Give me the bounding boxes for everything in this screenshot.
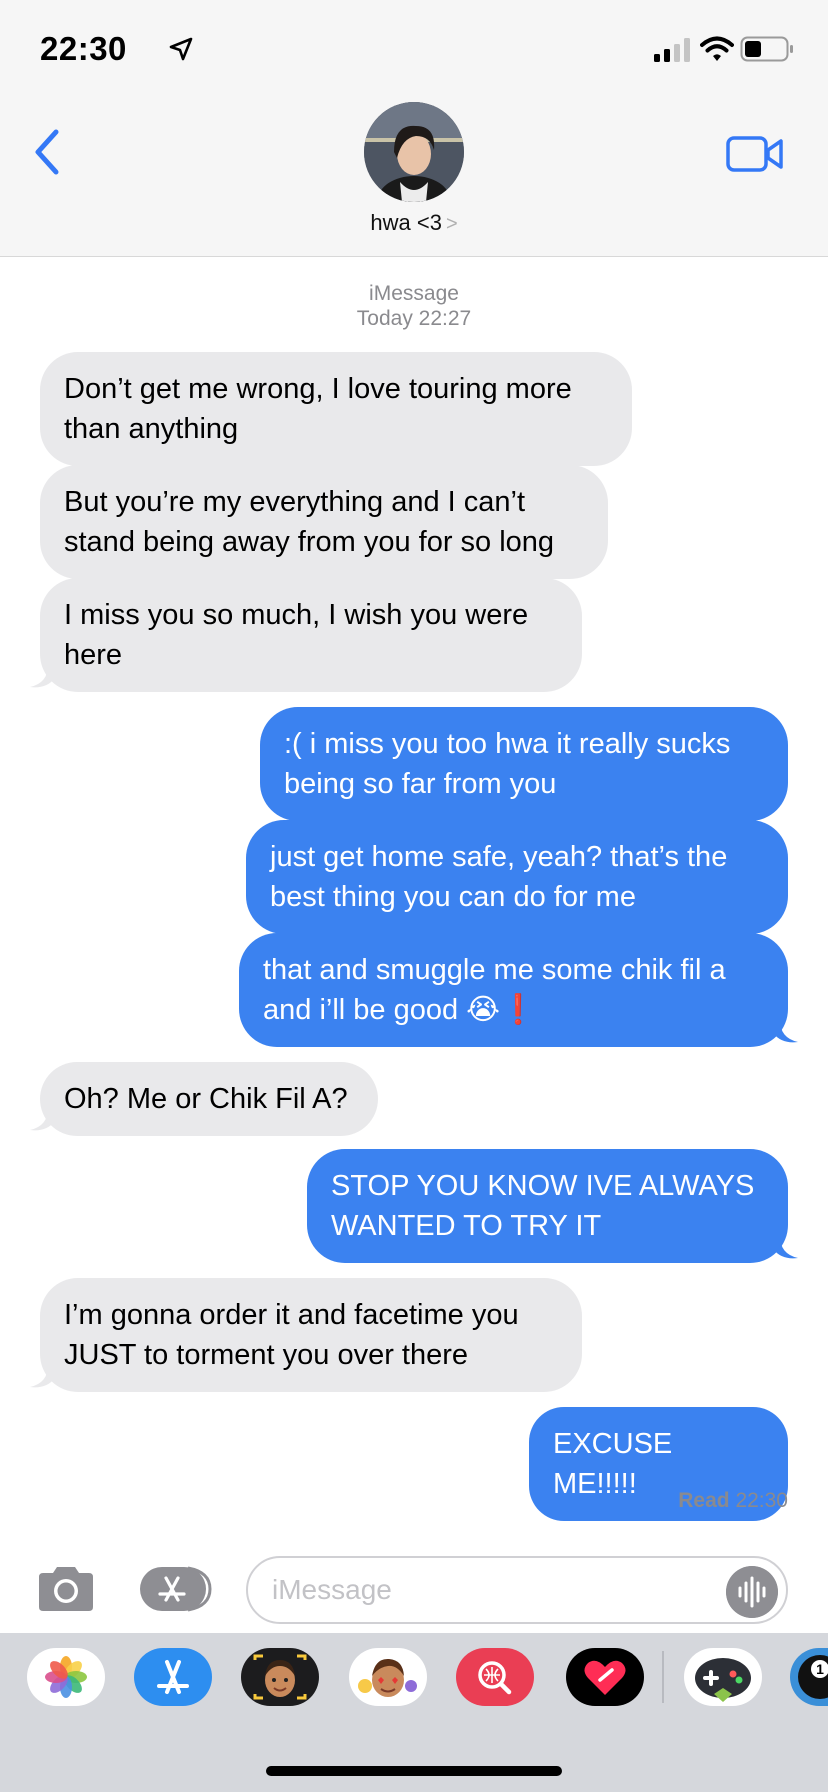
read-label: Read (678, 1489, 730, 1512)
message-incoming[interactable]: I miss you so much, I wish you were here (40, 578, 582, 692)
clock: 22:30 (40, 30, 127, 67)
message-line: best thing you can do for me (270, 881, 636, 913)
drawer-divider (662, 1651, 664, 1703)
message-line: here (64, 639, 123, 671)
digital-touch-icon[interactable] (566, 1648, 644, 1706)
message-line: JUST to torment you over there (64, 1339, 469, 1371)
read-time: 22:30 (735, 1489, 788, 1512)
wifi-icon (700, 36, 734, 61)
conversation-header: hwa <3 > (0, 100, 828, 257)
message-line: WANTED TO TRY IT (331, 1210, 602, 1242)
message-outgoing[interactable]: STOP YOU KNOW IVE ALWAYS WANTED TO TRY I… (307, 1149, 788, 1263)
pool-game-icon[interactable]: 1 (790, 1648, 828, 1706)
message-line: than anything (64, 413, 239, 445)
back-chevron-icon[interactable] (30, 128, 64, 176)
message-line: Oh? Me or Chik Fil A? (64, 1083, 348, 1115)
pool-ball-number: 1 (816, 1661, 824, 1677)
status-bar: 22:30 (0, 0, 828, 100)
location-arrow-icon (169, 37, 193, 61)
message-line: stand being away from you for so long (64, 526, 555, 558)
message-line: that and smuggle me some chik fil a (263, 954, 726, 986)
message-input[interactable]: iMessage (246, 1556, 788, 1624)
message-line: STOP YOU KNOW IVE ALWAYS (331, 1170, 755, 1202)
app-store-button-icon[interactable] (138, 1564, 214, 1614)
contact-name[interactable]: hwa <3 > (0, 210, 828, 236)
app-store-icon[interactable] (134, 1648, 212, 1706)
message-outgoing[interactable]: that and smuggle me some chik fil a and … (239, 933, 788, 1047)
cellular-signal-icon (654, 38, 690, 62)
message-incoming[interactable]: Oh? Me or Chik Fil A? (40, 1062, 378, 1136)
memoji-icon[interactable] (241, 1648, 319, 1706)
conversation-timestamp: Today 22:27 (356, 307, 472, 330)
camera-icon[interactable] (35, 1565, 97, 1613)
message-line: just get home safe, yeah? that’s the (270, 841, 728, 873)
message-line: being so far from you (284, 768, 557, 800)
image-search-icon[interactable] (456, 1648, 534, 1706)
bubble-tail (30, 665, 54, 688)
message-line: But you’re my everything and I can’t (64, 486, 526, 518)
game-icon[interactable] (684, 1648, 762, 1706)
message-incoming[interactable]: Don’t get me wrong, I love touring more … (40, 352, 632, 466)
message-incoming[interactable]: But you’re my everything and I can’t sta… (40, 465, 608, 579)
animoji-icon[interactable] (349, 1648, 427, 1706)
message-outgoing[interactable]: :( i miss you too hwa it really sucks be… (260, 707, 788, 821)
chevron-right-icon: > (445, 213, 458, 235)
facetime-video-icon[interactable] (726, 134, 784, 174)
audio-message-icon[interactable] (726, 1566, 778, 1618)
message-incoming[interactable]: I’m gonna order it and facetime you JUST… (40, 1278, 582, 1392)
message-line: Don’t get me wrong, I love touring more (64, 373, 572, 405)
message-input-placeholder: iMessage (272, 1574, 392, 1605)
contact-avatar[interactable] (364, 102, 464, 202)
battery-icon (740, 36, 793, 62)
bubble-tail (30, 1365, 54, 1388)
service-label: iMessage (369, 282, 459, 305)
message-line: I’m gonna order it and facetime you (64, 1299, 519, 1331)
bubble-tail (30, 1108, 54, 1131)
photos-icon[interactable] (27, 1648, 105, 1706)
message-line: :( i miss you too hwa it really sucks (284, 728, 731, 760)
message-outgoing[interactable]: just get home safe, yeah? that’s the bes… (246, 820, 788, 934)
read-receipt: Read 22:30 (678, 1489, 788, 1513)
avatar-photo (364, 102, 464, 202)
message-line: I miss you so much, I wish you were (64, 599, 529, 631)
bubble-tail (774, 1236, 798, 1259)
contact-name-text: hwa <3 (370, 210, 442, 235)
bubble-tail (774, 1020, 798, 1043)
message-line: and i’ll be good 😭❗ (263, 994, 537, 1026)
home-indicator[interactable] (266, 1766, 562, 1776)
